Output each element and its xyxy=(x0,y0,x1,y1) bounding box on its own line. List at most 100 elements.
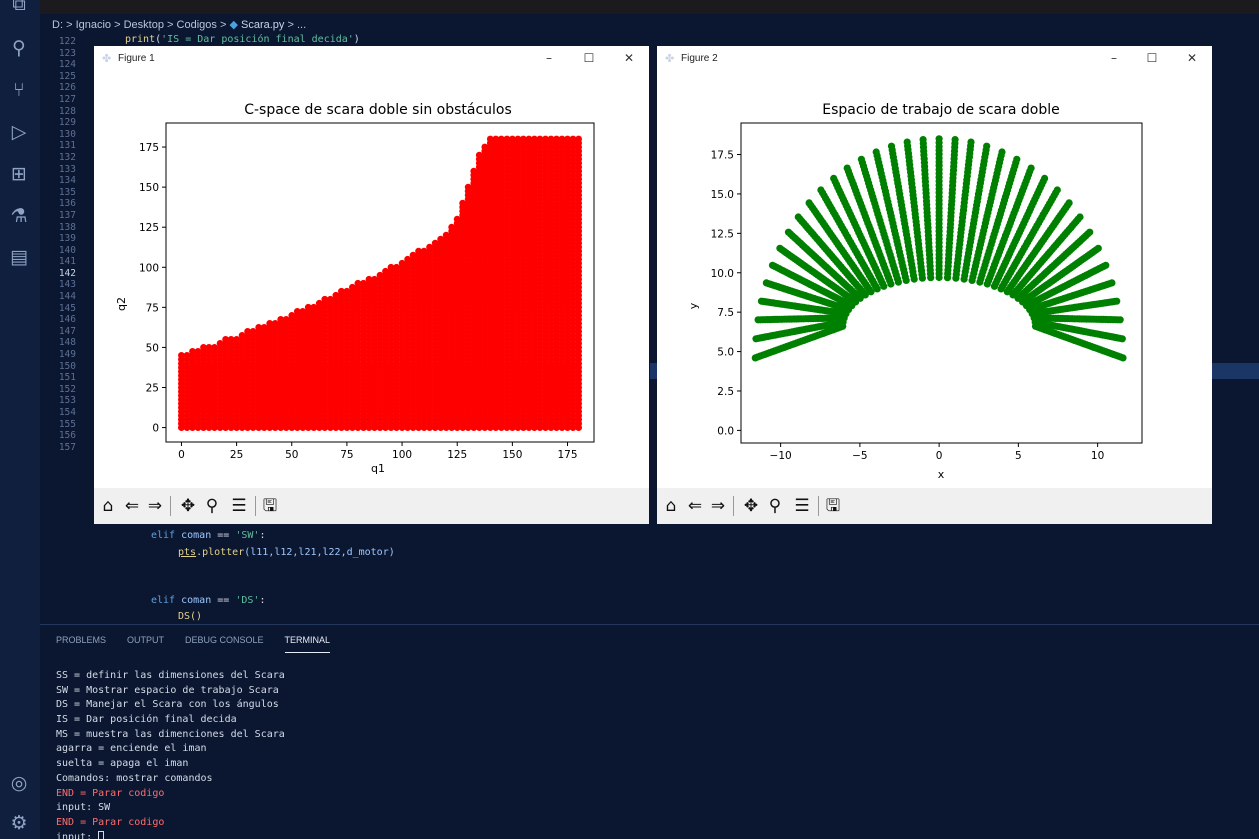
home-icon[interactable]: ⌂ xyxy=(661,496,681,516)
extensions-icon[interactable]: ⊞ xyxy=(7,162,31,186)
matplotlib-logo-icon: ✤ xyxy=(102,52,112,65)
data-point xyxy=(910,275,918,283)
line-number: 129 xyxy=(58,117,76,129)
data-point xyxy=(887,280,895,288)
breadcrumb-drive[interactable]: D: xyxy=(52,19,63,31)
source-control-icon[interactable]: ⑂ xyxy=(7,78,31,102)
terminal-line: IS = Dar posición final decida xyxy=(56,714,237,726)
back-icon[interactable]: ⇐ xyxy=(685,496,705,516)
line-number: 128 xyxy=(58,105,76,117)
x-tick-label: 10 xyxy=(1091,450,1104,462)
terminal-line: suelta = apaga el iman xyxy=(56,758,189,770)
y-tick-label: 25 xyxy=(146,382,159,394)
maximize-button[interactable]: ☐ xyxy=(1142,49,1162,67)
y-tick-label: 150 xyxy=(139,182,159,194)
panel-tabs: PROBLEMS OUTPUT DEBUG CONSOLE TERMINAL xyxy=(56,635,331,653)
code-line-print: print('IS = Dar posición final decida') xyxy=(125,34,360,45)
line-number: 133 xyxy=(58,163,76,175)
data-point xyxy=(839,322,847,330)
settings-gear-icon[interactable]: ⚙ xyxy=(7,811,31,835)
breadcrumb-more[interactable]: ... xyxy=(297,19,306,31)
y-tick-label: 175 xyxy=(139,142,159,154)
terminal-line: agarra = enciende el iman xyxy=(56,743,207,755)
y-tick-label: 15.0 xyxy=(711,189,734,201)
toolbar-separator xyxy=(733,496,734,516)
minimize-button[interactable]: – xyxy=(1104,49,1124,67)
minimize-button[interactable]: – xyxy=(539,49,559,67)
close-button[interactable]: ✕ xyxy=(619,49,639,67)
workspace-chart[interactable]: Espacio de trabajo de scara doble x y −1… xyxy=(657,70,1212,488)
configure-subplots-icon[interactable]: ☰ xyxy=(792,496,812,516)
x-tick-label: 100 xyxy=(392,449,412,461)
y-tick-label: 5.0 xyxy=(717,347,734,359)
explorer-icon[interactable]: ⧉ xyxy=(7,0,31,16)
data-point xyxy=(902,276,910,284)
tab-terminal[interactable]: TERMINAL xyxy=(284,635,331,653)
toolbar-separator xyxy=(818,496,819,516)
x-tick-label: 175 xyxy=(558,449,578,461)
forward-icon[interactable]: ⇒ xyxy=(708,496,728,516)
figure1-titlebar[interactable]: ✤ Figure 1 – ☐ ✕ xyxy=(94,46,649,70)
activity-bar: ⧉ ⚲ ⑂ ▷ ⊞ ⚗ ▤ ◎ ⚙ xyxy=(0,0,40,839)
data-point xyxy=(918,274,926,282)
search-icon[interactable]: ⚲ xyxy=(7,36,31,60)
tab-output[interactable]: OUTPUT xyxy=(127,635,164,653)
line-number: 147 xyxy=(58,325,76,337)
notebook-icon[interactable]: ▤ xyxy=(7,245,31,269)
breadcrumb-file[interactable]: Scara.py xyxy=(241,19,284,31)
line-number: 124 xyxy=(58,59,76,71)
pan-icon[interactable]: ✥ xyxy=(178,496,198,516)
line-number-gutter: 122 123 124 125 126 127 128 129 130 131 132 133 134 1… xyxy=(40,36,90,453)
toolbar-separator xyxy=(255,496,256,516)
breadcrumb-desktop[interactable]: Desktop xyxy=(124,19,164,31)
chart-title: C-space de scara doble sin obstáculos xyxy=(244,102,512,118)
line-number: 148 xyxy=(58,337,76,349)
figure1-toolbar: ⌂ ⇐ ⇒ ✥ ⚲ ☰ 🖫 xyxy=(94,488,649,524)
scatter-marks xyxy=(751,135,1127,362)
line-number: 139 xyxy=(58,233,76,245)
line-number: 140 xyxy=(58,244,76,256)
line-number: 146 xyxy=(58,314,76,326)
x-tick-label: 50 xyxy=(285,449,298,461)
figure2-titlebar[interactable]: ✤ Figure 2 – ☐ ✕ xyxy=(657,46,1212,70)
configure-subplots-icon[interactable]: ☰ xyxy=(229,496,249,516)
terminal-output[interactable]: SS = definir las dimensiones del Scara SW… xyxy=(56,669,285,839)
matplotlib-logo-icon: ✤ xyxy=(665,52,675,65)
line-number: 135 xyxy=(58,186,76,198)
line-number: 141 xyxy=(58,256,76,268)
zoom-icon[interactable]: ⚲ xyxy=(202,496,222,516)
code-line-elif-ds: elif coman == 'DS': xyxy=(151,595,266,606)
home-icon[interactable]: ⌂ xyxy=(98,496,118,516)
tab-problems[interactable]: PROBLEMS xyxy=(56,635,106,653)
line-number: 138 xyxy=(58,221,76,233)
forward-icon[interactable]: ⇒ xyxy=(145,496,165,516)
breadcrumb-codigos[interactable]: Codigos xyxy=(177,19,217,31)
line-number: 143 xyxy=(58,279,76,291)
line-number: 142 xyxy=(58,267,76,279)
back-icon[interactable]: ⇐ xyxy=(122,496,142,516)
pan-icon[interactable]: ✥ xyxy=(741,496,761,516)
line-number: 151 xyxy=(58,372,76,384)
line-number: 122 xyxy=(58,36,76,47)
data-point xyxy=(894,278,902,286)
figure1-window[interactable]: ✤ Figure 1 – ☐ ✕ C-space de scara doble … xyxy=(94,46,649,524)
line-number: 123 xyxy=(58,47,76,59)
y-tick-label: 7.5 xyxy=(717,307,734,319)
scatter-marks xyxy=(178,135,582,431)
account-icon[interactable]: ◎ xyxy=(7,771,31,795)
close-button[interactable]: ✕ xyxy=(1182,49,1202,67)
save-icon[interactable]: 🖫 xyxy=(823,496,843,516)
line-number: 150 xyxy=(58,360,76,372)
tab-debug-console[interactable]: DEBUG CONSOLE xyxy=(185,635,264,653)
x-tick-label: 75 xyxy=(340,449,353,461)
breadcrumb-user[interactable]: Ignacio xyxy=(76,19,111,31)
figure2-window[interactable]: ✤ Figure 2 – ☐ ✕ Espacio de trabajo de s… xyxy=(657,46,1212,524)
maximize-button[interactable]: ☐ xyxy=(579,49,599,67)
cspace-chart[interactable]: C-space de scara doble sin obstáculos q1… xyxy=(94,70,649,488)
testing-icon[interactable]: ⚗ xyxy=(7,204,31,228)
zoom-icon[interactable]: ⚲ xyxy=(765,496,785,516)
breadcrumb-separator: > xyxy=(66,19,73,31)
breadcrumb-separator: > xyxy=(219,19,227,31)
save-icon[interactable]: 🖫 xyxy=(260,496,280,516)
run-debug-icon[interactable]: ▷ xyxy=(7,120,31,144)
